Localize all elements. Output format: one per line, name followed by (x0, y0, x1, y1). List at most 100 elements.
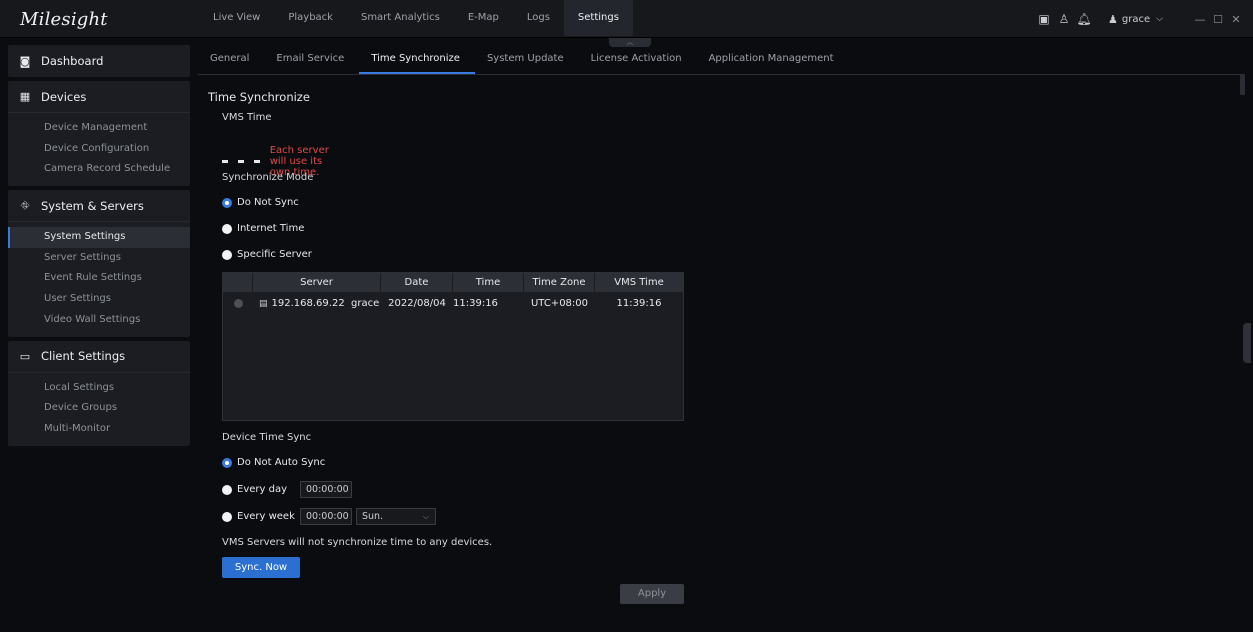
radio-label: Do Not Auto Sync (237, 457, 326, 468)
sidebar-group-dashboard: ◙ Dashboard (8, 45, 190, 77)
sidebar-group-client: ▭ Client Settings Local Settings Device … (8, 340, 190, 446)
minimize-icon[interactable]: — (1191, 13, 1209, 26)
sync-now-button[interactable]: Sync. Now (222, 557, 300, 578)
sidebar-item-user-settings[interactable]: User Settings (8, 289, 190, 310)
sidebar-head-label: Devices (41, 89, 87, 104)
chevron-down-icon: ⌵ (1156, 14, 1163, 24)
user-download-icon[interactable]: ♙ (1054, 9, 1074, 29)
table-header-time-zone: Time Zone (524, 273, 595, 292)
tab-smart-analytics[interactable]: Smart Analytics (347, 0, 454, 36)
scrollbar[interactable] (1240, 75, 1245, 95)
subtab-general[interactable]: General (198, 45, 264, 74)
radio-selected-icon (222, 197, 232, 208)
radio-unselected-icon (222, 223, 232, 234)
sidebar-item-label: Dashboard (41, 54, 104, 68)
table-row[interactable]: ▤ 192.168.69.22 grace 2022/08/04 11:39:16… (223, 294, 683, 313)
radio-do-not-sync[interactable]: Do Not Sync (222, 197, 299, 208)
sidebar-item-event-rule-settings[interactable]: Event Rule Settings (8, 268, 190, 289)
side-panel-handle[interactable] (1243, 323, 1251, 363)
message-icon[interactable]: ▣ (1034, 9, 1054, 29)
sidebar-item-local-settings[interactable]: Local Settings (8, 378, 190, 399)
radio-selected-icon (222, 457, 232, 468)
sidebar-group-devices: ▦ Devices Device Management Device Confi… (8, 81, 190, 187)
tab-logs[interactable]: Logs (513, 0, 564, 36)
table-header-date: Date (381, 273, 453, 292)
subtab-application-management[interactable]: Application Management (697, 45, 849, 74)
sidebar-item-device-configuration[interactable]: Device Configuration (8, 139, 190, 160)
sidebar-item-device-groups[interactable]: Device Groups (8, 398, 190, 419)
radio-label: Every week (237, 511, 295, 522)
weekday-value: Sun. (362, 511, 384, 522)
user-menu[interactable]: ♟ grace ⌵ (1108, 13, 1163, 26)
radio-label: Specific Server (237, 249, 312, 260)
sidebar-item-server-settings[interactable]: Server Settings (8, 248, 190, 269)
window-controls: — ☐ ✕ (1191, 13, 1245, 26)
cell-server: ▤ 192.168.69.22 grace (253, 294, 381, 313)
table-header: Server Date Time Time Zone VMS Time (223, 273, 683, 292)
cell-time: 11:39:16 (453, 298, 498, 309)
vms-time-label: VMS Time (222, 112, 272, 123)
sidebar-head-devices[interactable]: ▦ Devices (8, 81, 190, 113)
sync-mode-label: Synchronize Mode (222, 172, 314, 183)
weekday-select[interactable]: Sun. ⌵ (356, 508, 436, 525)
sidebar-item-device-management[interactable]: Device Management (8, 118, 190, 139)
every-day-time-input[interactable]: 00:00:00 (300, 481, 352, 498)
cell-date: 2022/08/04 (388, 298, 446, 309)
top-bar: Milesight Live View Playback Smart Analy… (0, 0, 1253, 38)
radio-internet-time[interactable]: Internet Time (222, 223, 304, 234)
subtab-email-service[interactable]: Email Service (264, 45, 359, 74)
page-title: Time Synchronize (208, 90, 310, 104)
sidebar-head-label: System & Servers (41, 198, 144, 213)
radio-every-week[interactable]: Every week (222, 511, 295, 522)
monitor-icon: ▭ (19, 349, 31, 363)
main-panel: General Email Service Time Synchronize S… (198, 45, 1251, 632)
server-name: 192.168.69.22 grace (271, 298, 380, 309)
radio-unselected-icon (222, 511, 232, 522)
sidebar-item-multi-monitor[interactable]: Multi-Monitor (8, 419, 190, 440)
top-right-controls: ▣ ♙ 🔔︎ ♟ grace ⌵ — ☐ ✕ (1034, 0, 1253, 38)
sidebar-group-system: ⛗ System & Servers System Settings Serve… (8, 190, 190, 337)
user-icon: ♟ (1108, 12, 1118, 26)
sidebar-item-dashboard[interactable]: ◙ Dashboard (8, 45, 190, 77)
radio-label: Do Not Sync (237, 197, 299, 208)
sidebar-head-system[interactable]: ⛗ System & Servers (8, 190, 190, 223)
tab-live-view[interactable]: Live View (199, 0, 274, 36)
sidebar-head-client[interactable]: ▭ Client Settings (8, 341, 190, 373)
settings-subtabs: General Email Service Time Synchronize S… (198, 45, 1245, 75)
radio-every-day[interactable]: Every day (222, 484, 287, 495)
radio-label: Internet Time (237, 223, 305, 234)
radio-unselected-icon (222, 249, 232, 260)
subtab-license-activation[interactable]: License Activation (579, 45, 697, 74)
every-week-time-input[interactable]: 00:00:00 (300, 508, 352, 525)
row-radio[interactable] (223, 294, 253, 313)
sidebar-item-camera-record-schedule[interactable]: Camera Record Schedule (8, 159, 190, 180)
sidebar-head-label: Client Settings (41, 349, 126, 363)
bell-icon[interactable]: 🔔︎ (1074, 9, 1094, 29)
dashboard-icon: ◙ (19, 54, 31, 68)
maximize-icon[interactable]: ☐ (1209, 13, 1227, 26)
network-icon: ⛗ (20, 198, 30, 212)
tab-playback[interactable]: Playback (274, 0, 347, 36)
top-nav: Live View Playback Smart Analytics E-Map… (199, 0, 633, 38)
cell-time-zone: UTC+08:00 (530, 298, 589, 309)
subtab-system-update[interactable]: System Update (475, 45, 579, 74)
device-sync-note: VMS Servers will not synchronize time to… (222, 537, 493, 548)
server-icon: ▤ (259, 299, 268, 309)
subtab-time-synchronize[interactable]: Time Synchronize (359, 45, 475, 74)
apply-button[interactable]: Apply (620, 584, 684, 604)
sidebar-item-video-wall-settings[interactable]: Video Wall Settings (8, 310, 190, 331)
device-sync-label: Device Time Sync (222, 432, 312, 443)
devices-icon: ▦ (19, 90, 31, 103)
table-header-select (223, 273, 253, 292)
tab-settings[interactable]: Settings (563, 0, 633, 36)
table-header-server: Server (253, 273, 381, 292)
server-table: Server Date Time Time Zone VMS Time ▤ 192… (222, 272, 684, 421)
app-logo: Milesight (20, 9, 108, 30)
sidebar-item-system-settings[interactable]: System Settings (8, 227, 190, 248)
cell-vms-time: 11:39:16 (616, 298, 662, 309)
close-icon[interactable]: ✕ (1227, 13, 1245, 26)
radio-do-not-auto-sync[interactable]: Do Not Auto Sync (222, 457, 325, 468)
tab-e-map[interactable]: E-Map (454, 0, 513, 36)
table-header-time: Time (453, 273, 524, 292)
radio-specific-server[interactable]: Specific Server (222, 249, 312, 260)
